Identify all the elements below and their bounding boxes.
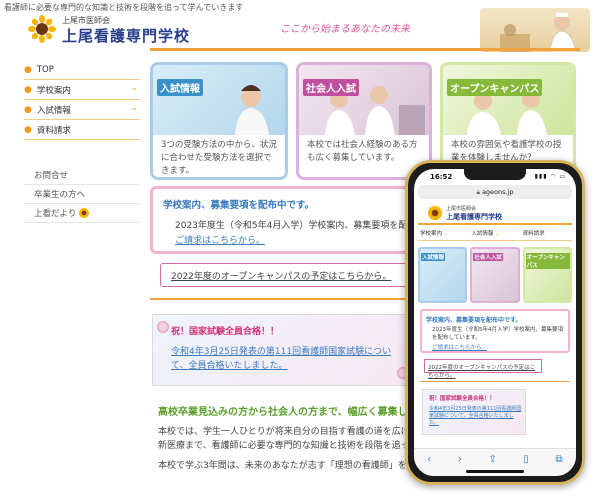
phone-screen: 16:52 ▮▮▮ ◠ ▭ 🔒︎ ageons.jp 上尾市医師会 上尾看護専門学… [414, 169, 576, 476]
exam-body-link[interactable]: 令和4年3月25日発表の第111回看護師国家試験について、全員合格いたしました。 [171, 345, 407, 373]
mobile-school-name[interactable]: 上尾看護専門学校 [446, 212, 502, 222]
mobile-nav-item[interactable]: 入試情報 ⌄ [469, 229, 521, 241]
mobile-card-title: 社会人入試 [473, 253, 503, 261]
sidebar-item-label: 入試情報 [36, 105, 71, 116]
mobile-exam-title: 祝！国家試験全員合格！！ [429, 396, 496, 402]
lock-icon: 🔒︎ [476, 188, 480, 196]
card-photo [153, 65, 285, 135]
link-alumni[interactable]: 卒業生の方へ [24, 185, 140, 204]
mobile-org-name: 上尾市医師会 [446, 206, 477, 212]
mobile-notice: 学校案内、募集要項を配布中です。 2023年度生（令和5年4月入学）学校案内、募… [420, 309, 570, 353]
mobile-request-link[interactable]: ご請求はこちらから。 [432, 343, 487, 351]
mobile-nav: 学校案内 ⌄ 入試情報 ⌄ 資料請求 [418, 229, 572, 241]
header-nurse-image [480, 8, 590, 52]
site-tagline: 看護師に必要な専門的な知識と技術を段階を追って学んでいきます [4, 3, 244, 12]
sunflower-icon [79, 208, 90, 218]
header-divider [150, 48, 580, 51]
chevron-down-icon: ⌄ [495, 231, 500, 237]
mobile-nav-label: 入試情報 [471, 231, 494, 237]
sidebar-item-admissions[interactable]: ● 入試情報 ⌄ [24, 100, 140, 120]
forward-icon[interactable]: › [458, 454, 462, 465]
mobile-header: 上尾市医師会 上尾看護専門学校 [418, 203, 572, 225]
mobile-card-adult[interactable]: 社会人入試 [470, 247, 520, 303]
sidebar-item-label: 学校案内 [36, 85, 71, 96]
exam-title: 祝！国家試験全員合格！！ [171, 327, 280, 337]
school-name[interactable]: 上尾看護専門学校 [62, 25, 190, 46]
bullet-icon: ● [24, 84, 32, 95]
sunflower-logo[interactable] [428, 206, 442, 220]
mobile-cards: 入試情報 社会人入試 オープンキャンパス [418, 247, 572, 303]
chevron-down-icon: ⌄ [443, 231, 449, 237]
home-indicator [466, 470, 524, 473]
sidebar-item-school-guide[interactable]: ● 学校案内 ⌄ [24, 80, 140, 100]
mobile-exam-body[interactable]: 令和4年3月25日発表の第111回看護師国家試験について、全員合格いたしました。 [429, 406, 523, 427]
mobile-nav-label: 学校案内 [420, 231, 443, 237]
card-title: 入試情報 [157, 79, 203, 96]
phone-notch [464, 169, 526, 180]
tabs-icon[interactable]: ⧉ [556, 454, 563, 465]
mobile-card-title: 入試情報 [421, 253, 446, 261]
exam-result-banner[interactable]: 祝！国家試験全員合格！！ 令和4年3月25日発表の第111回看護師国家試験につい… [152, 314, 412, 386]
back-icon[interactable]: ‹ [427, 454, 431, 465]
sidebar-item-top[interactable]: ● TOP [24, 60, 140, 80]
sunflower-logo[interactable] [28, 15, 56, 43]
mobile-exam-banner[interactable]: 祝！国家試験全員合格！！ 令和4年3月25日発表の第111回看護師国家試験につい… [422, 389, 526, 435]
card-adult-admissions[interactable]: 社会人入試 本校では社会人経験のある方も広く募集しています。 [296, 62, 432, 180]
chevron-down-icon[interactable]: ⌄ [130, 103, 138, 113]
request-link[interactable]: ご請求はこちらから。 [175, 233, 265, 246]
status-time: 16:52 [430, 173, 453, 181]
card-title: 社会人入試 [303, 79, 359, 96]
mobile-nav-item[interactable]: 学校案内 ⌄ [418, 229, 470, 241]
mobile-nav-label: 資料請求 [522, 231, 545, 237]
notice-title: 学校案内、募集要項を配布中です。 [163, 200, 315, 211]
mobile-card-title: オープンキャンパス [525, 253, 570, 269]
sidebar-item-label: TOP [36, 64, 54, 75]
sidebar-sub-links: お問合せ 卒業生の方へ 上看だより [24, 166, 140, 223]
bookmarks-icon[interactable]: ▯ [523, 454, 529, 465]
card-body: 3つの受験方法の中から、状況に合わせた受験方法を選択できます。 [161, 140, 277, 176]
mobile-open-campus-link[interactable]: 2022年度のオープンキャンパスの予定はこちらから。 [424, 359, 542, 379]
link-contact[interactable]: お問合せ [24, 166, 140, 185]
link-newsletter[interactable]: 上看だより [24, 204, 140, 223]
signal-battery-icon: ▮▮▮ ◠ ▭ [534, 173, 566, 180]
mobile-notice-title: 学校案内、募集要項を配布中です。 [426, 317, 522, 324]
newsletter-label: 上看だより [34, 209, 77, 219]
address-bar[interactable]: 🔒︎ ageons.jp [418, 185, 572, 199]
sidebar-item-label: 資料請求 [36, 125, 71, 136]
slogan: ここから始まるあなたの未来 [280, 24, 410, 35]
url-text: ageons.jp [481, 188, 514, 196]
mobile-nav-item[interactable]: 資料請求 [520, 229, 572, 241]
card-admissions[interactable]: 入試情報 3つの受験方法の中から、状況に合わせた受験方法を選択できます。 [150, 62, 288, 180]
mobile-card-admissions[interactable]: 入試情報 [418, 247, 468, 303]
flower-icon [157, 321, 169, 333]
bullet-icon: ● [24, 64, 32, 75]
card-body: 本校では社会人経験のある方も広く募集しています。 [307, 140, 418, 163]
mobile-card-open-campus[interactable]: オープンキャンパス [522, 247, 572, 303]
card-photo [443, 65, 573, 135]
sidebar-item-request-materials[interactable]: ● 資料請求 [24, 120, 140, 140]
smartphone-mockup: 16:52 ▮▮▮ ◠ ▭ 🔒︎ ageons.jp 上尾市医師会 上尾看護専門学… [405, 160, 585, 485]
card-photo [299, 65, 429, 135]
mobile-notice-body: 2023年度生（令和5年4月入学）学校案内、募集要項を配布しています。 [432, 327, 563, 341]
open-campus-schedule-link[interactable]: 2022年度のオープンキャンパスの予定はこちらから。 [160, 263, 410, 287]
bullet-icon: ● [24, 104, 32, 115]
card-title: オープンキャンパス [447, 79, 543, 96]
bullet-icon: ● [24, 124, 32, 135]
sidebar-nav: ● TOP ● 学校案内 ⌄ ● 入試情報 ⌄ ● 資料請求 お問合せ 卒業生の… [24, 60, 140, 223]
chevron-down-icon[interactable]: ⌄ [130, 83, 138, 93]
mobile-divider [420, 381, 570, 382]
share-icon[interactable]: ⇪ [488, 454, 496, 465]
